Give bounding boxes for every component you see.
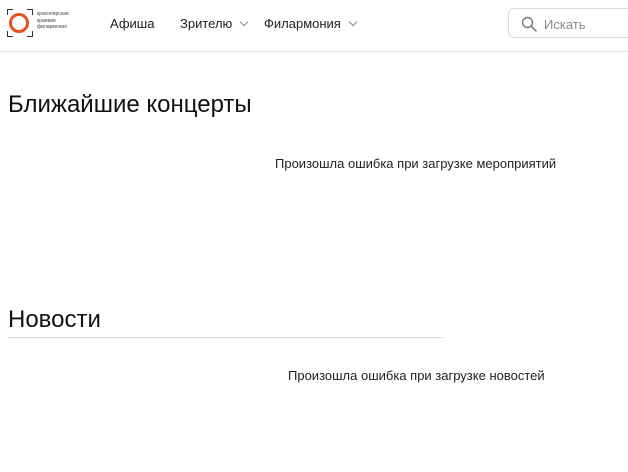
news-divider [8, 337, 443, 338]
search-box [508, 8, 628, 38]
news-title: Новости [8, 306, 101, 333]
chevron-down-icon [240, 17, 249, 27]
site-header: красноярская краевая филармония Афиша Зр… [0, 0, 628, 52]
search-icon[interactable] [521, 16, 537, 32]
nav-item-label: Афиша [110, 16, 155, 31]
nav-item-filarmoniya[interactable]: Филармония [264, 16, 358, 31]
nav-item-zritelyu[interactable]: Зрителю [180, 16, 249, 31]
nav-item-label: Зрителю [180, 16, 233, 31]
logo-text: красноярская краевая филармония [37, 11, 77, 31]
nav-item-label: Филармония [264, 16, 341, 31]
news-error-message: Произошла ошибка при загрузке новостей [288, 368, 545, 383]
philharmonic-logo[interactable]: красноярская краевая филармония [7, 9, 73, 39]
logo-bracket-bottom-left [7, 31, 13, 37]
concerts-title: Ближайшие концерты [8, 91, 252, 118]
concerts-error-message: Произошла ошибка при загрузке мероприяти… [275, 156, 557, 171]
logo-line-3: филармония [37, 24, 67, 30]
logo-ring-icon [9, 13, 29, 33]
chevron-down-icon [348, 17, 358, 27]
nav-item-afisha[interactable]: Афиша [110, 16, 154, 31]
search-input[interactable] [544, 15, 628, 33]
logo-bracket-bottom-right [27, 31, 33, 37]
logo-bracket-top-right [27, 9, 33, 15]
